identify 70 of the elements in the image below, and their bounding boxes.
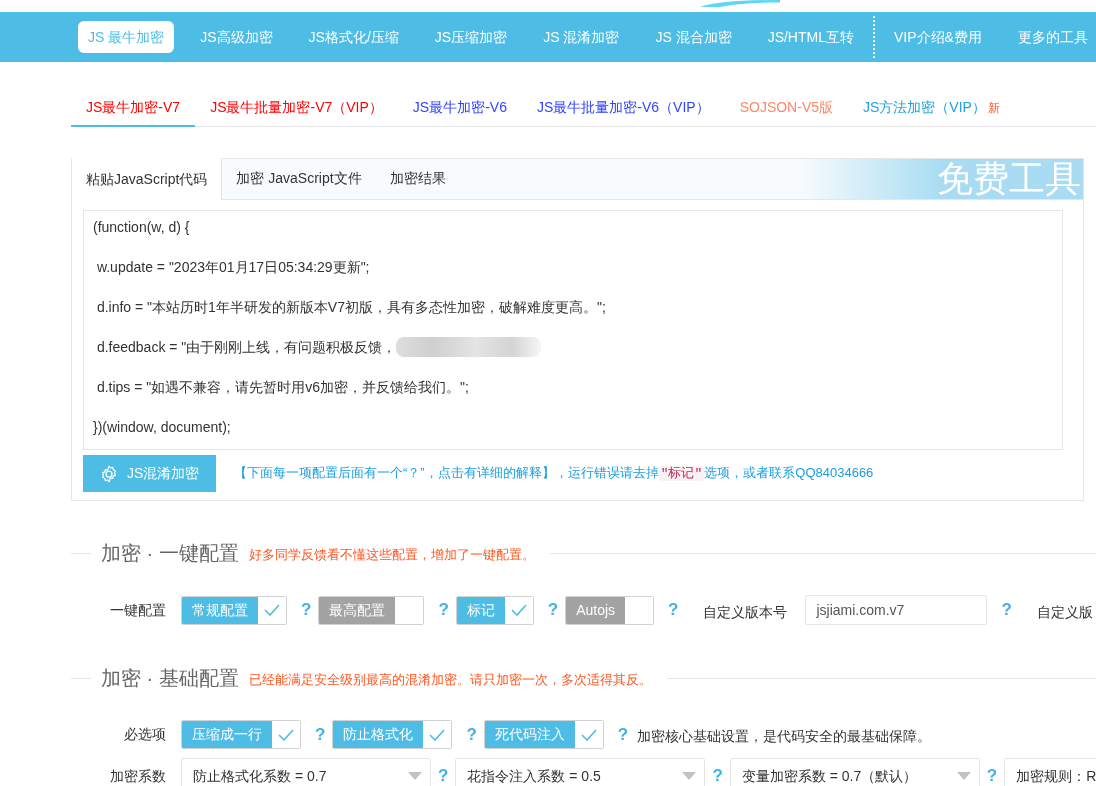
version-tab[interactable]: JS方法加密（VIP）新 xyxy=(848,90,1015,127)
help-link[interactable]: ? xyxy=(466,724,477,745)
field-label: 自定义版本号 xyxy=(703,603,788,622)
code-line: w.update = "2023年01月17日05:34:29更新"; xyxy=(95,258,370,277)
nav-tab[interactable]: JS高级加密 xyxy=(190,21,283,53)
nav-tab[interactable]: JS压缩加密 xyxy=(424,21,518,53)
code-line: d.tips = "如遇不兼容，请先暂时用v6加密，并反馈给我们。"; xyxy=(95,378,469,397)
option-checkbox[interactable]: 压缩成一行 xyxy=(181,720,301,749)
gear-icon xyxy=(99,463,119,484)
version-tab[interactable]: JS最牛加密-V7 xyxy=(71,90,196,127)
description-text: 加密核心基础设置，是代码安全的最基础保障。 xyxy=(637,727,932,746)
select-dropdown[interactable]: 防止格式化系数 = 0.7 xyxy=(181,758,431,786)
option-checkbox[interactable]: 标记 xyxy=(455,595,534,625)
option-checkbox[interactable]: 死代码注入 xyxy=(483,720,604,749)
caret-icon xyxy=(682,772,697,780)
section-title: 加密 · 一键配置 xyxy=(101,541,239,566)
option-checkbox[interactable]: 常规配置 xyxy=(181,595,287,625)
version-tab[interactable]: SOJSON-V5版 xyxy=(724,90,848,127)
section-note: 已经能满足安全级别最高的混淆加密。请只加密一次，多次适得其反。 xyxy=(248,670,652,689)
banner-text: 免费工具 xyxy=(937,159,1081,199)
nav-tab[interactable]: JS格式化/压缩 xyxy=(298,21,409,53)
row-label: 加密系数 xyxy=(109,766,166,786)
select-dropdown[interactable]: 花指令注入系数 = 0.5 xyxy=(455,758,706,786)
panel-tab[interactable]: 粘贴JavaScript代码 xyxy=(72,158,223,200)
code-textarea[interactable]: (function(w, d) { w.update = "2023年01月17日05:34:29更新"; d.info = "本站历时1年半研发的新版本V7初版，具有多态性加密，破解难度更高。"; d.feedback = "由于刚刚上线，有问题积极反馈， d.tips = "如遇不兼容，请先暂时用v6加密，并反馈给我们。"; })(window, document); xyxy=(83,210,1063,450)
nav-tab[interactable]: VIP介绍&费用 xyxy=(883,21,992,53)
option-checkbox[interactable]: 防止格式化 xyxy=(332,720,453,749)
check-icon xyxy=(510,604,527,616)
option-checkbox[interactable]: 最高配置 xyxy=(318,595,425,625)
help-link[interactable]: ? xyxy=(315,724,326,745)
version-tab[interactable]: JS最牛批量加密-V7（VIP） xyxy=(195,90,398,127)
option-checkbox[interactable]: Autojs xyxy=(565,595,655,625)
help-link[interactable]: ? xyxy=(712,766,723,786)
help-link[interactable]: ? xyxy=(438,600,449,620)
version-input[interactable]: jsjiami.com.v7 xyxy=(805,595,988,625)
panel-tab[interactable]: 加密 JavaScript文件 xyxy=(222,158,376,199)
check-icon xyxy=(580,728,597,741)
row-label: 一键配置 xyxy=(109,600,166,620)
nav-tab[interactable]: JS 混合加密 xyxy=(645,21,742,53)
section-title: 加密 · 基础配置 xyxy=(101,666,239,691)
check-icon xyxy=(278,728,294,741)
row-label: 必选项 xyxy=(123,725,166,744)
nav-tab[interactable]: JS 最牛加密 xyxy=(78,21,175,53)
help-link[interactable]: ? xyxy=(438,766,449,786)
code-line: d.feedback = "由于刚刚上线，有问题积极反馈， xyxy=(95,338,397,357)
version-tab[interactable]: JS最牛批量加密-V6（VIP） xyxy=(521,90,725,127)
section-note: 好多同学反馈看不懂这些配置，增加了一键配置。 xyxy=(248,545,535,564)
help-link[interactable]: ? xyxy=(617,724,629,745)
help-link[interactable]: ? xyxy=(986,766,998,786)
field-label: 自定义版 xyxy=(1036,603,1093,622)
select-dropdown[interactable]: 加密规则：R xyxy=(1004,758,1096,786)
help-link[interactable]: ? xyxy=(668,600,679,620)
caret-icon xyxy=(408,772,422,780)
code-line: (function(w, d) { xyxy=(93,218,190,237)
check-icon xyxy=(264,604,280,616)
help-link[interactable]: ? xyxy=(1001,600,1012,620)
nav-tab[interactable]: JS 混淆加密 xyxy=(533,21,630,53)
nav-tab[interactable]: 更多的工具 xyxy=(1007,21,1096,53)
code-line: d.info = "本站历时1年半研发的新版本V7初版，具有多态性加密，破解难度更高。"; xyxy=(95,298,606,317)
panel-tab[interactable]: 加密结果 xyxy=(375,158,460,199)
help-link[interactable]: ? xyxy=(301,600,312,620)
caret-icon xyxy=(956,772,971,780)
select-dropdown[interactable]: 变量加密系数 = 0.7（默认） xyxy=(729,758,980,786)
code-line: })(window, document); xyxy=(93,418,231,437)
encrypt-button[interactable]: JS混淆加密 xyxy=(83,455,216,492)
nav-tab[interactable]: JS/HTML互转 xyxy=(757,21,864,53)
check-icon xyxy=(429,728,446,741)
help-link[interactable]: ? xyxy=(547,600,559,620)
hint-text: 【下面每一项配置后面有一个“？”，点击有详细的解释】，运行错误请去掉"标记"选项，或者联系QQ84034666 xyxy=(234,464,874,484)
version-tab[interactable]: JS最牛加密-V6 xyxy=(397,90,522,127)
